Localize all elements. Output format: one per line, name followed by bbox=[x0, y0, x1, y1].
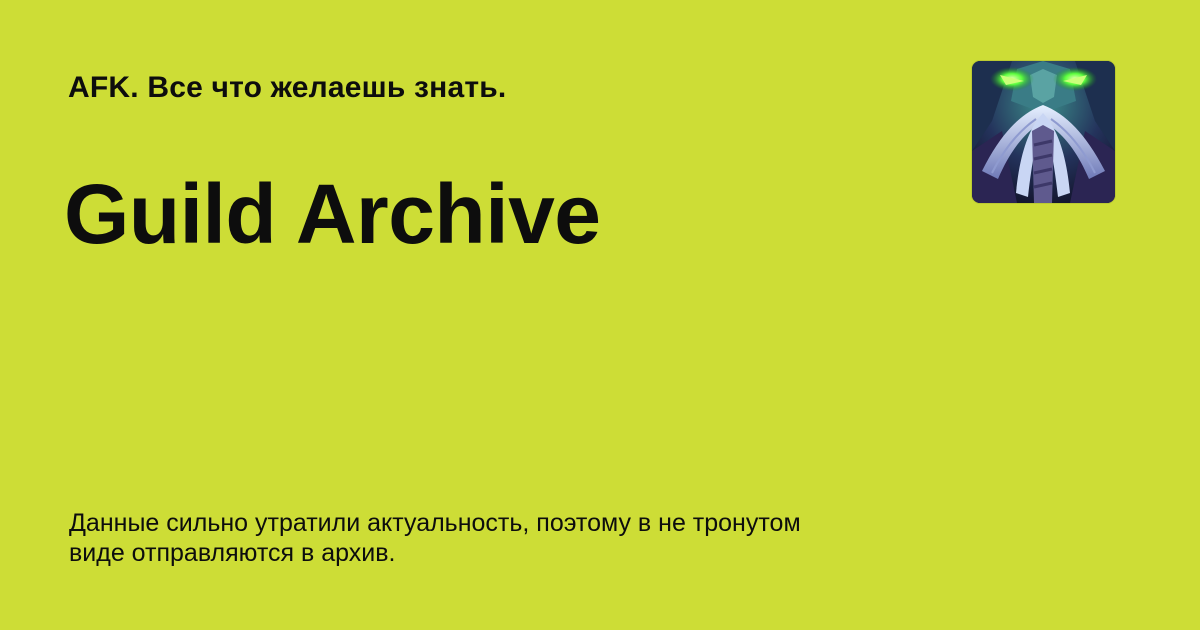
description-text: Данные сильно утратили актуальность, поэ… bbox=[69, 509, 801, 567]
guild-emblem-art bbox=[972, 61, 1115, 203]
site-name: AFK. Все что желаешь знать. bbox=[68, 71, 507, 104]
guild-emblem-icon bbox=[972, 61, 1115, 203]
share-card: { "header": { "site_name": "AFK. Все что… bbox=[0, 0, 1200, 630]
page-title: Guild Archive bbox=[64, 167, 601, 261]
